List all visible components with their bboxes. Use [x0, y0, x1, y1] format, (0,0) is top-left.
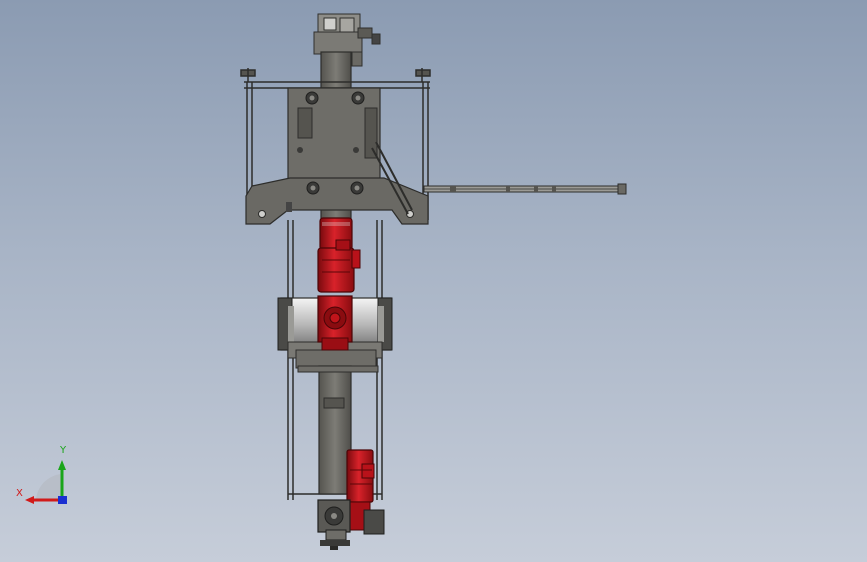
- coordinate-triad: Y X: [16, 445, 67, 504]
- model-view: Y X: [16, 13, 627, 550]
- y-axis-label: Y: [59, 445, 67, 456]
- lower-mast: [318, 365, 352, 495]
- middle-gearbox: [317, 295, 353, 351]
- extension-arm: [423, 183, 627, 195]
- x-axis-label: X: [16, 488, 23, 499]
- carriage-plate: [287, 87, 381, 191]
- cad-viewport[interactable]: Y X: [0, 0, 867, 562]
- upper-motor: [317, 217, 361, 293]
